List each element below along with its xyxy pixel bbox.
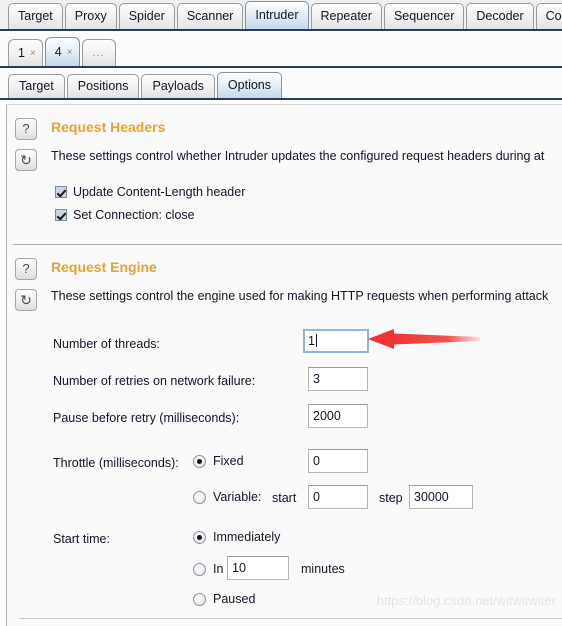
radio-start-in[interactable]: In bbox=[193, 562, 223, 576]
radio-icon[interactable] bbox=[193, 592, 206, 606]
threads-label: Number of threads: bbox=[53, 337, 160, 351]
options-panel: ? ↻ Request Headers These settings contr… bbox=[6, 104, 562, 626]
throttle-step-label: step bbox=[379, 491, 403, 505]
tab-comparer[interactable]: Compare bbox=[535, 3, 562, 29]
tab-spider[interactable]: Spider bbox=[118, 3, 175, 29]
section-divider bbox=[13, 244, 562, 245]
tab-proxy[interactable]: Proxy bbox=[64, 3, 117, 29]
tab-sequencer[interactable]: Sequencer bbox=[383, 3, 465, 29]
attack-tab-1-label: 1 bbox=[18, 46, 25, 60]
attack-tab-bar: 1 × 4 × ... bbox=[0, 33, 562, 68]
tab-scanner[interactable]: Scanner bbox=[176, 3, 244, 29]
tab-decoder[interactable]: Decoder bbox=[466, 3, 534, 29]
request-headers-help-icon[interactable]: ? bbox=[15, 118, 37, 140]
radio-label: Immediately bbox=[213, 530, 281, 544]
bottom-divider bbox=[19, 618, 562, 619]
request-engine-title: Request Engine bbox=[51, 259, 157, 275]
intruder-sub-tab-bar: Target Positions Payloads Options bbox=[0, 70, 562, 100]
threads-input[interactable]: 1 bbox=[303, 329, 369, 353]
subtab-payloads[interactable]: Payloads bbox=[141, 74, 215, 98]
radio-label: In bbox=[213, 562, 224, 576]
tab-target[interactable]: Target bbox=[8, 3, 63, 29]
threads-value: 1 bbox=[308, 334, 315, 348]
subtab-positions[interactable]: Positions bbox=[66, 74, 140, 98]
radio-icon[interactable] bbox=[193, 454, 206, 468]
radio-label: Variable: bbox=[213, 490, 262, 504]
checkbox-label: Set Connection: close bbox=[73, 208, 195, 222]
request-engine-description: These settings control the engine used f… bbox=[51, 289, 549, 303]
radio-throttle-variable[interactable]: Variable: bbox=[193, 490, 261, 504]
radio-icon[interactable] bbox=[193, 562, 206, 576]
throttle-fixed-input[interactable]: 0 bbox=[308, 449, 368, 473]
radio-label: Fixed bbox=[213, 454, 244, 468]
checkbox-icon[interactable] bbox=[55, 209, 67, 221]
main-tab-bar: Target Proxy Spider Scanner Intruder Rep… bbox=[0, 0, 562, 31]
request-engine-reset-icon[interactable]: ↻ bbox=[15, 289, 37, 311]
start-time-label: Start time: bbox=[53, 532, 110, 546]
checkbox-set-connection-close[interactable]: Set Connection: close bbox=[55, 208, 195, 222]
tab-intruder[interactable]: Intruder bbox=[245, 1, 309, 29]
radio-throttle-fixed[interactable]: Fixed bbox=[193, 454, 244, 468]
checkbox-label: Update Content-Length header bbox=[73, 185, 246, 199]
throttle-step-input[interactable]: 30000 bbox=[409, 485, 473, 509]
attack-tab-overflow[interactable]: ... bbox=[81, 39, 116, 66]
checkbox-update-content-length[interactable]: Update Content-Length header bbox=[55, 185, 245, 199]
throttle-start-label: start bbox=[272, 491, 297, 505]
ellipsis-icon: ... bbox=[92, 47, 105, 59]
start-in-unit-label: minutes bbox=[301, 562, 345, 576]
retries-input[interactable]: 3 bbox=[308, 367, 368, 391]
throttle-label: Throttle (milliseconds): bbox=[53, 456, 179, 470]
tab-repeater[interactable]: Repeater bbox=[310, 3, 382, 29]
checkbox-icon[interactable] bbox=[55, 186, 67, 198]
attack-tab-1[interactable]: 1 × bbox=[8, 39, 43, 66]
text-caret bbox=[315, 334, 317, 347]
request-engine-help-icon[interactable]: ? bbox=[15, 258, 37, 280]
request-headers-reset-icon[interactable]: ↻ bbox=[15, 149, 37, 171]
start-in-minutes-input[interactable]: 10 bbox=[227, 556, 289, 580]
request-headers-title: Request Headers bbox=[51, 119, 166, 135]
pause-input[interactable]: 2000 bbox=[308, 404, 368, 428]
radio-start-paused[interactable]: Paused bbox=[193, 592, 255, 606]
throttle-start-input[interactable]: 0 bbox=[308, 485, 368, 509]
radio-start-immediately[interactable]: Immediately bbox=[193, 530, 280, 544]
radio-icon[interactable] bbox=[193, 490, 206, 504]
close-icon[interactable]: × bbox=[67, 47, 73, 58]
pause-label: Pause before retry (milliseconds): bbox=[53, 411, 240, 425]
radio-icon[interactable] bbox=[193, 530, 206, 544]
request-headers-description: These settings control whether Intruder … bbox=[51, 149, 545, 163]
attack-tab-4-label: 4 bbox=[54, 45, 62, 59]
watermark-text: https://blog.csdn.net/witwitwiter bbox=[376, 593, 556, 608]
subtab-options[interactable]: Options bbox=[216, 72, 283, 98]
attack-tab-4[interactable]: 4 × bbox=[44, 37, 80, 66]
retries-label: Number of retries on network failure: bbox=[53, 374, 256, 388]
close-icon[interactable]: × bbox=[30, 48, 36, 59]
subtab-target[interactable]: Target bbox=[8, 74, 65, 98]
radio-label: Paused bbox=[213, 592, 256, 606]
